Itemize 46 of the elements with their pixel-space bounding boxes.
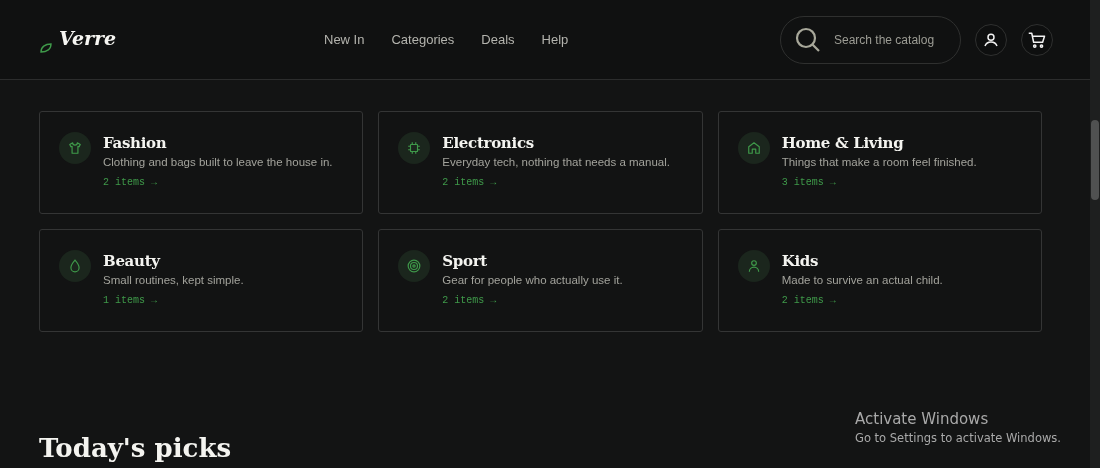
activation-title: Activate Windows xyxy=(855,410,990,428)
account-button[interactable] xyxy=(975,23,1007,56)
scrollbar[interactable] xyxy=(1090,0,1100,468)
category-description: Gear for people who actually use it. xyxy=(442,274,623,286)
item-count-link[interactable]: 3 items → xyxy=(781,177,836,188)
person-icon xyxy=(746,259,761,273)
shirt-icon xyxy=(68,141,82,155)
category-card[interactable]: Home & Living Things that make a room feel finished. 3 items → xyxy=(717,111,1042,214)
drop-icon xyxy=(68,259,82,273)
category-card[interactable]: Electronics Everyday tech, nothing that needs a manual. 2 items → xyxy=(378,111,703,214)
category-title: Beauty xyxy=(103,252,162,270)
category-description: Everyday tech, nothing that needs a manual. xyxy=(442,156,670,168)
category-card[interactable]: Kids Made to survive an actual child. 2 items → xyxy=(717,229,1042,332)
house-icon xyxy=(746,141,761,155)
category-card[interactable]: Fashion Clothing and bags built to leave the house in. 2 items → xyxy=(39,111,364,214)
category-description: Things that make a room feel finished. xyxy=(781,156,977,168)
item-count-link[interactable]: 2 items → xyxy=(781,295,836,306)
logo-text[interactable]: Verre xyxy=(59,26,117,49)
category-description: Clothing and bags built to leave the house in. xyxy=(103,156,333,168)
category-title: Kids xyxy=(781,252,820,270)
nav-link[interactable]: Categories xyxy=(391,32,455,47)
chip-icon xyxy=(407,141,422,155)
category-card[interactable]: Sport Gear for people who actually use it. 2 items → xyxy=(378,229,703,332)
category-title: Electronics xyxy=(442,134,535,152)
item-count-link[interactable]: 2 items → xyxy=(442,177,497,188)
target-icon xyxy=(407,259,422,273)
nav-link[interactable]: Deals xyxy=(481,32,515,47)
section-heading: Today's picks xyxy=(39,434,232,463)
item-count-link[interactable]: 2 items → xyxy=(442,295,497,306)
cart-button[interactable] xyxy=(1021,23,1053,56)
category-card[interactable]: Beauty Small routines, kept simple. 1 items → xyxy=(39,229,364,332)
activation-message: Go to Settings to activate Windows. xyxy=(855,431,1061,445)
search-field[interactable]: Search the catalog xyxy=(780,15,961,64)
category-description: Made to survive an actual child. xyxy=(781,274,943,286)
search-icon xyxy=(795,26,821,53)
cart-icon xyxy=(1028,30,1046,49)
category-title: Fashion xyxy=(103,134,168,152)
leaf-icon xyxy=(40,42,52,53)
nav-link[interactable]: Help xyxy=(541,32,569,47)
item-count-link[interactable]: 2 items → xyxy=(103,177,157,188)
item-count-link[interactable]: 1 items → xyxy=(103,295,157,306)
category-title: Home & Living xyxy=(781,134,905,152)
nav-link[interactable]: New In xyxy=(324,32,365,47)
user-icon xyxy=(983,31,999,48)
category-description: Small routines, kept simple. xyxy=(103,274,244,286)
category-title: Sport xyxy=(442,252,488,270)
